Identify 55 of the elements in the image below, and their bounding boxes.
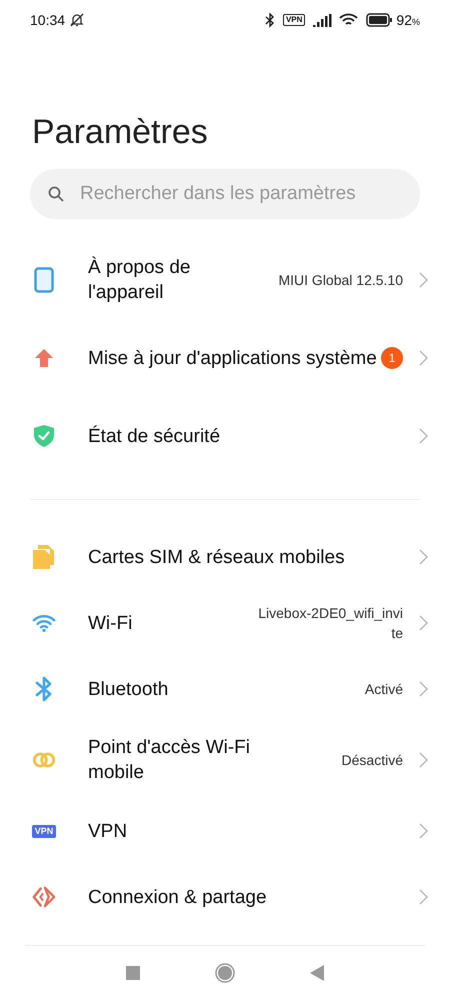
arrow-up-icon [34,348,54,368]
muted-bell-icon [69,12,86,28]
item-label: État de sécurité [88,424,222,448]
item-label: Wi-Fi [88,612,134,636]
settings-item[interactable]: Cartes SIM & réseaux mobiles [0,524,450,590]
wifi-icon [32,613,56,633]
share-icon [32,885,56,909]
item-label: À propos de l'appareil [88,256,192,305]
item-value: Activé [364,680,403,699]
battery-percent: 92% [396,10,420,30]
battery-icon [366,13,394,27]
settings-item[interactable]: Mise à jour d'applications système 1 [0,319,450,397]
search-icon [48,186,64,202]
item-label: Point d'accès Wi-Fi mobile [88,736,252,785]
bluetooth-icon [34,676,54,702]
settings-item[interactable]: Point d'accès Wi-Fi mobile Désactivé [0,722,450,798]
item-label: VPN [88,820,128,844]
signal-icon [313,14,334,26]
chevron-right-icon [419,889,428,905]
phone-icon [34,267,54,293]
item-value: Désactivé [342,751,403,770]
settings-item[interactable]: VPN VPN [0,798,450,864]
home-icon[interactable] [215,962,235,982]
item-label: Cartes SIM & réseaux mobiles [88,546,346,570]
linked-rings-icon [32,751,56,769]
chevron-right-icon [419,549,428,565]
page-title: Paramètres [31,112,209,152]
vpn-icon: VPN [32,824,56,838]
settings-item[interactable]: Wi-Fi Livebox-2DE0_wifi_invite [0,590,450,656]
chevron-right-icon [419,615,428,631]
settings-item[interactable]: Bluetooth Activé [0,656,450,722]
chevron-right-icon [419,272,428,288]
item-value: Livebox-2DE0_wifi_invite [258,604,403,643]
back-icon[interactable] [310,964,324,980]
shield-check-icon [33,424,55,448]
settings-item[interactable]: État de sécurité [0,397,450,475]
item-value: MIUI Global 12.5.10 [278,271,403,290]
chevron-right-icon [419,823,428,839]
status-time: 10:34 [30,10,66,30]
item-label: Bluetooth [88,678,170,702]
vpn-status-badge: VPN [282,14,306,26]
item-label: Connexion & partage [88,886,268,910]
search-field[interactable]: Rechercher dans les paramètres [30,169,420,219]
item-label: Mise à jour d'applications système [88,346,378,370]
wifi-icon [339,13,358,27]
bluetooth-icon [264,12,275,28]
notification-badge: 1 [381,347,403,369]
settings-item[interactable]: Connexion & partage [0,864,450,930]
chevron-right-icon [419,350,428,366]
chevron-right-icon [419,752,428,768]
settings-item[interactable]: À propos de l'appareil MIUI Global 12.5.10 [0,241,450,319]
chevron-right-icon [419,428,428,444]
sim-cards-icon [32,544,56,570]
recents-icon[interactable] [126,966,140,980]
chevron-right-icon [419,681,428,697]
